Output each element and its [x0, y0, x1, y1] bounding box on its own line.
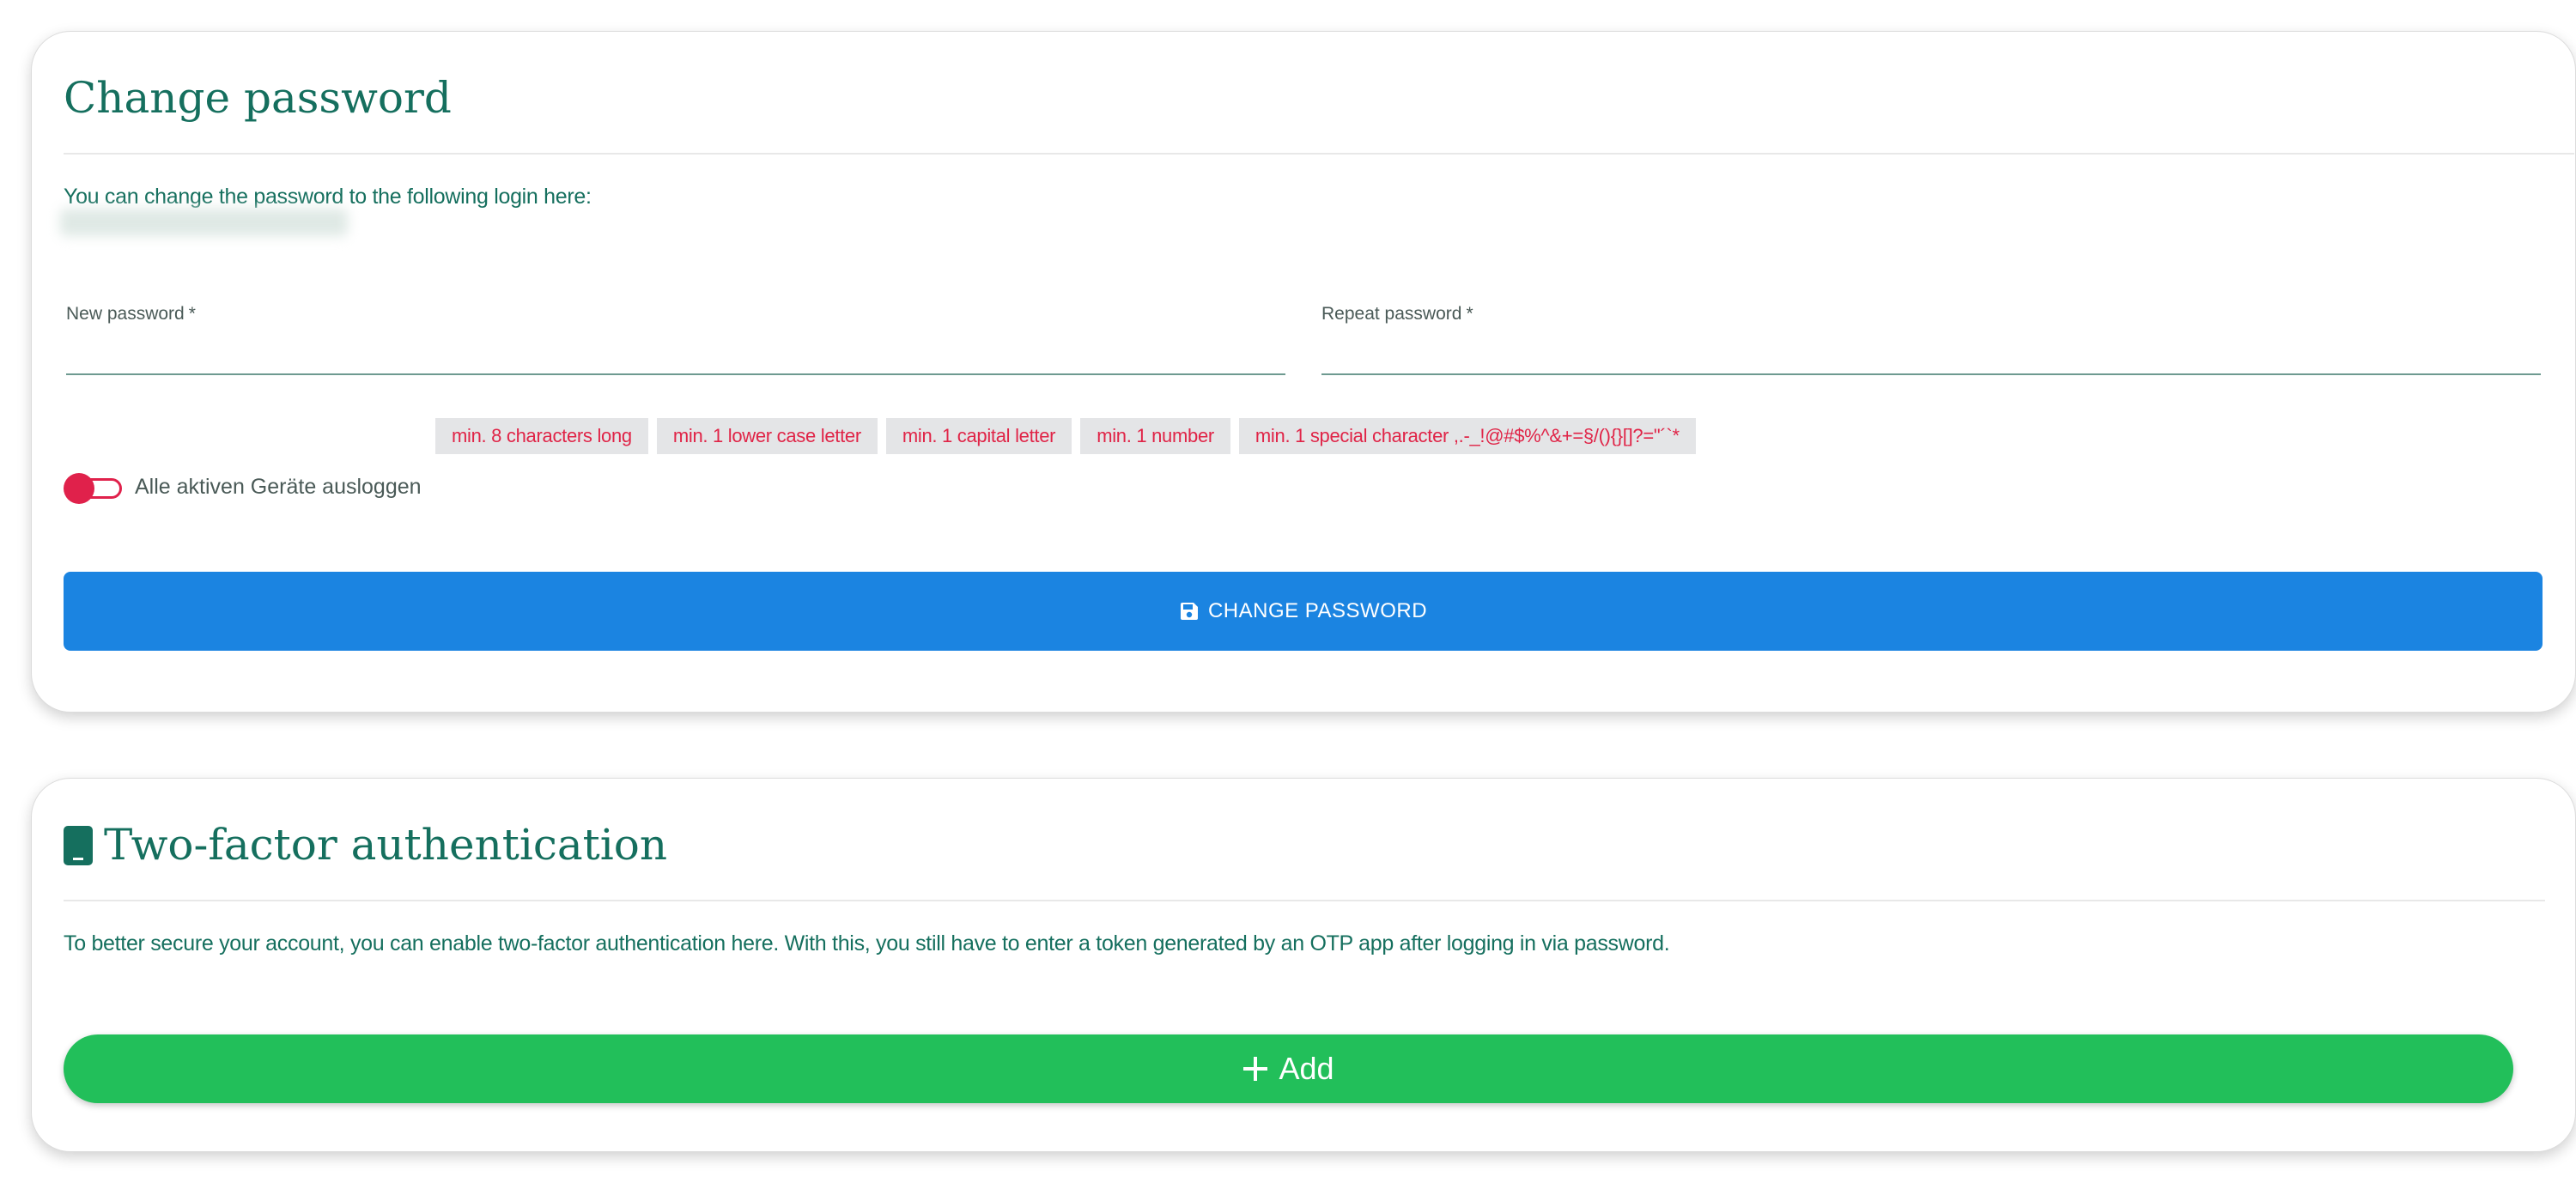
change-password-card: Change password You can change the passw… [31, 31, 2576, 713]
requirement-chip: min. 8 characters long [435, 418, 648, 454]
new-password-label: New password * [66, 304, 196, 324]
save-icon [1179, 601, 1200, 622]
logout-all-devices-toggle[interactable] [64, 473, 122, 504]
add-button-label: Add [1279, 1051, 1334, 1086]
toggle-knob [64, 473, 94, 504]
change-password-title: Change password [64, 73, 452, 123]
plus-icon [1242, 1056, 1268, 1082]
requirement-chip: min. 1 capital letter [885, 418, 1072, 454]
repeat-password-label: Repeat password * [1321, 304, 1473, 324]
two-factor-card: Two-factor authentication To better secu… [31, 778, 2576, 1152]
repeat-password-input[interactable] [1321, 337, 2541, 375]
two-factor-title: Two-factor authentication [104, 820, 668, 870]
change-password-intro: You can change the password to the follo… [64, 185, 592, 209]
title-divider [64, 900, 2545, 901]
requirement-chip: min. 1 number [1080, 418, 1230, 454]
requirement-chip: min. 1 special character ,.-_!@#$%^&+=§/… [1238, 418, 1696, 454]
add-two-factor-button[interactable]: Add [64, 1034, 2513, 1103]
two-factor-description: To better secure your account, you can e… [64, 931, 1670, 955]
logout-all-devices-label: Alle aktiven Geräte ausloggen [135, 475, 422, 499]
password-requirements: min. 8 characters long min. 1 lower case… [435, 418, 1696, 454]
requirement-chip: min. 1 lower case letter [656, 418, 878, 454]
title-divider [64, 153, 2574, 155]
login-name-redacted [60, 209, 348, 236]
change-password-button[interactable]: CHANGE PASSWORD [64, 572, 2543, 651]
change-password-button-label: CHANGE PASSWORD [1207, 599, 1428, 622]
mobile-phone-icon [64, 826, 93, 870]
new-password-input[interactable] [66, 337, 1285, 375]
